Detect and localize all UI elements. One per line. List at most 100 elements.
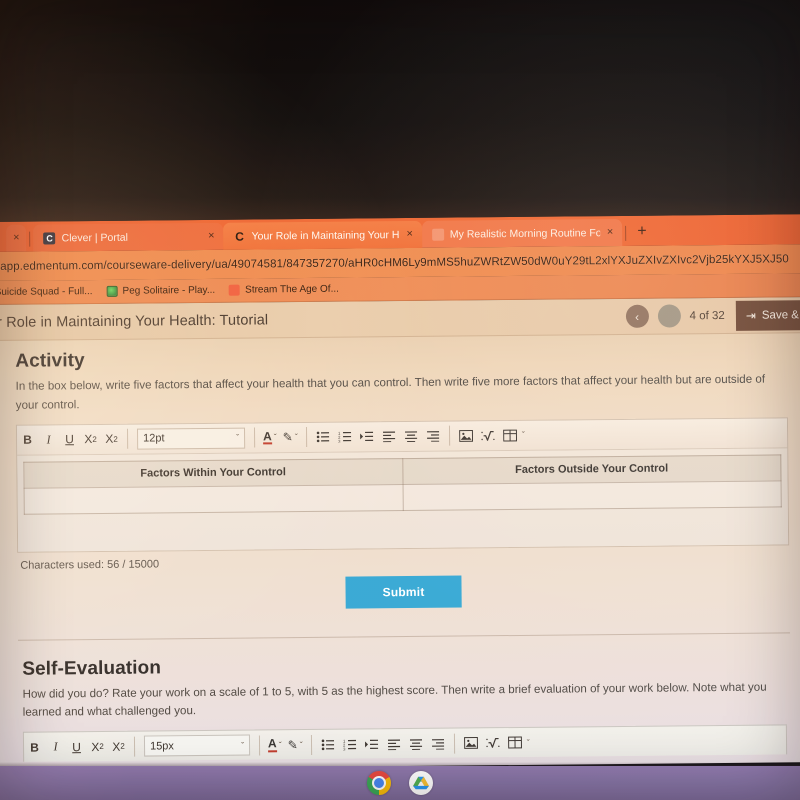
tab-close-icon[interactable]: ×: [606, 226, 615, 238]
align-center-icon[interactable]: [400, 421, 422, 450]
svg-text:3: 3: [343, 746, 346, 750]
bookmark-label: Stream The Age Of...: [245, 283, 339, 296]
browser-tab-youtube[interactable]: My Realistic Morning Routine Fo ×: [421, 218, 623, 248]
chevron-down-icon[interactable]: ˇ: [295, 432, 298, 442]
self-evaluation-section: Self-Evaluation How did you do? Rate you…: [0, 633, 800, 723]
bookmark-label: Suicide Squad - Full...: [0, 286, 93, 298]
progress-dot-icon[interactable]: [657, 304, 681, 328]
table-cell[interactable]: [402, 480, 782, 511]
text-color-icon: A: [267, 736, 277, 753]
align-right-icon[interactable]: [422, 421, 444, 450]
bookmark-suicide-squad[interactable]: Suicide Squad - Full...: [0, 286, 93, 298]
font-size-value: 12pt: [143, 432, 165, 445]
highlight-color-button[interactable]: ✎ ˇ: [285, 738, 306, 752]
text-style-group: B I U X2 X2: [24, 732, 129, 762]
italic-button[interactable]: I: [38, 425, 59, 454]
chevron-down-icon[interactable]: ˇ: [274, 432, 277, 442]
clever-c-favicon: C: [235, 229, 244, 244]
tab-divider: [29, 231, 31, 247]
activity-section: Activity In the box below, write five fa…: [0, 333, 800, 415]
save-and-exit-button[interactable]: ⇥ Save &: [735, 299, 800, 331]
toolbar-divider: [126, 428, 129, 449]
tab-close-icon[interactable]: ×: [12, 232, 21, 244]
page-indicator: 4 of 32: [689, 309, 725, 322]
course-header-controls: ‹ 4 of 32 ⇥ Save &: [625, 299, 800, 332]
table-cell[interactable]: [24, 484, 403, 514]
tab-close-icon[interactable]: ×: [207, 230, 216, 242]
chevron-down-icon[interactable]: ˇ: [279, 740, 282, 750]
numbered-list-icon[interactable]: 123: [339, 730, 361, 759]
activity-editor-content[interactable]: Factors Within Your Control Factors Outs…: [17, 447, 789, 552]
table-icon[interactable]: [499, 420, 521, 449]
activity-rich-text-editor[interactable]: B I U X2 X2 12pt ˇ A ˇ ✎ ˇ 1 2 3 ˇ Facto…: [15, 416, 790, 553]
tab-title: Your Role in Maintaining Your H: [251, 228, 400, 243]
bookmark-stream-age-of[interactable]: Stream The Age Of...: [229, 284, 339, 296]
tab-title: Clever | Portal: [61, 231, 128, 244]
table-header-cell: Factors Within Your Control: [23, 458, 403, 488]
highlight-color-button[interactable]: ✎ ˇ: [280, 430, 301, 444]
text-color-button[interactable]: A ˇ: [260, 429, 280, 445]
align-left-icon[interactable]: [383, 729, 405, 758]
font-size-select[interactable]: 15px ˇ: [143, 734, 251, 757]
subscript-button[interactable]: X2: [101, 424, 122, 453]
highlight-pen-icon: ✎: [287, 737, 298, 752]
bullet-list-icon[interactable]: [317, 730, 339, 759]
bookmark-peg-solitaire[interactable]: Peg Solitaire - Play...: [106, 285, 215, 297]
os-taskbar: [0, 766, 800, 800]
formula-icon[interactable]: [482, 728, 504, 757]
image-icon[interactable]: [460, 728, 482, 757]
google-drive-icon[interactable]: [409, 771, 433, 795]
align-center-icon[interactable]: [405, 729, 427, 758]
self-evaluation-editor-toolbar: B I U X2 X2 15px ˇ A ˇ ✎ ˇ 1 2 3 ˇ: [22, 724, 788, 762]
underline-button[interactable]: U: [59, 425, 80, 454]
edmentum-page: ur Role in Maintaining Your Health: Tuto…: [0, 297, 800, 770]
image-icon[interactable]: [455, 421, 477, 450]
browser-tab-clever[interactable]: C Clever | Portal ×: [33, 222, 224, 252]
chevron-down-icon: ˇ: [240, 740, 245, 751]
peg-solitaire-icon: [106, 285, 118, 297]
superscript-button[interactable]: X2: [80, 425, 101, 454]
bold-button[interactable]: B: [24, 733, 45, 762]
browser-tab-active-edmentum[interactable]: C Your Role in Maintaining Your H ×: [223, 220, 423, 250]
clever-favicon: C: [43, 231, 56, 245]
chevron-down-icon[interactable]: ˇ: [527, 737, 530, 747]
table-header-cell: Factors Outside Your Control: [402, 454, 782, 485]
formula-icon[interactable]: [477, 421, 499, 450]
numbered-list-icon[interactable]: 123: [334, 422, 356, 451]
text-color-button[interactable]: A ˇ: [265, 736, 285, 753]
new-tab-button[interactable]: +: [629, 223, 655, 246]
bold-button[interactable]: B: [17, 425, 38, 454]
font-size-select[interactable]: 12pt ˇ: [136, 427, 246, 450]
previous-page-button[interactable]: ‹: [625, 304, 649, 328]
chevron-down-icon[interactable]: ˇ: [522, 430, 525, 440]
superscript-button[interactable]: X2: [87, 732, 108, 761]
browser-tab-sliver[interactable]: ×: [6, 224, 27, 252]
table-icon[interactable]: [504, 728, 526, 757]
bullet-list-icon[interactable]: [312, 422, 334, 451]
url-text: 1.app.edmentum.com/courseware-delivery/u…: [0, 252, 789, 273]
text-color-icon: A: [263, 429, 272, 445]
stream-icon: [229, 284, 241, 296]
subscript-button[interactable]: X2: [108, 732, 129, 761]
align-left-icon[interactable]: [378, 422, 400, 451]
google-chrome-icon[interactable]: [367, 771, 391, 795]
activity-description: In the box below, write five factors tha…: [15, 372, 766, 412]
chevron-down-icon[interactable]: ˇ: [300, 740, 303, 750]
highlight-pen-icon: ✎: [282, 430, 293, 445]
italic-button[interactable]: I: [45, 732, 66, 761]
self-evaluation-description: How did you do? Rate your work on a scal…: [22, 680, 767, 720]
toolbar-divider: [253, 427, 256, 448]
underline-button[interactable]: U: [66, 732, 87, 761]
chevron-down-icon: ˇ: [236, 432, 240, 443]
page-title: ur Role in Maintaining Your Health: Tuto…: [0, 311, 269, 331]
exit-icon: ⇥: [745, 308, 756, 323]
indent-icon[interactable]: [361, 729, 383, 758]
toolbar-divider: [305, 427, 307, 448]
self-evaluation-rich-text-editor[interactable]: B I U X2 X2 15px ˇ A ˇ ✎ ˇ 1 2 3 ˇ: [22, 724, 788, 762]
indent-icon[interactable]: [356, 422, 378, 451]
submit-button[interactable]: Submit: [345, 575, 462, 609]
tab-close-icon[interactable]: ×: [405, 228, 414, 240]
activity-heading: Activity: [15, 350, 85, 372]
monitor-bezel-top: [0, 0, 800, 224]
align-right-icon[interactable]: [427, 729, 449, 758]
